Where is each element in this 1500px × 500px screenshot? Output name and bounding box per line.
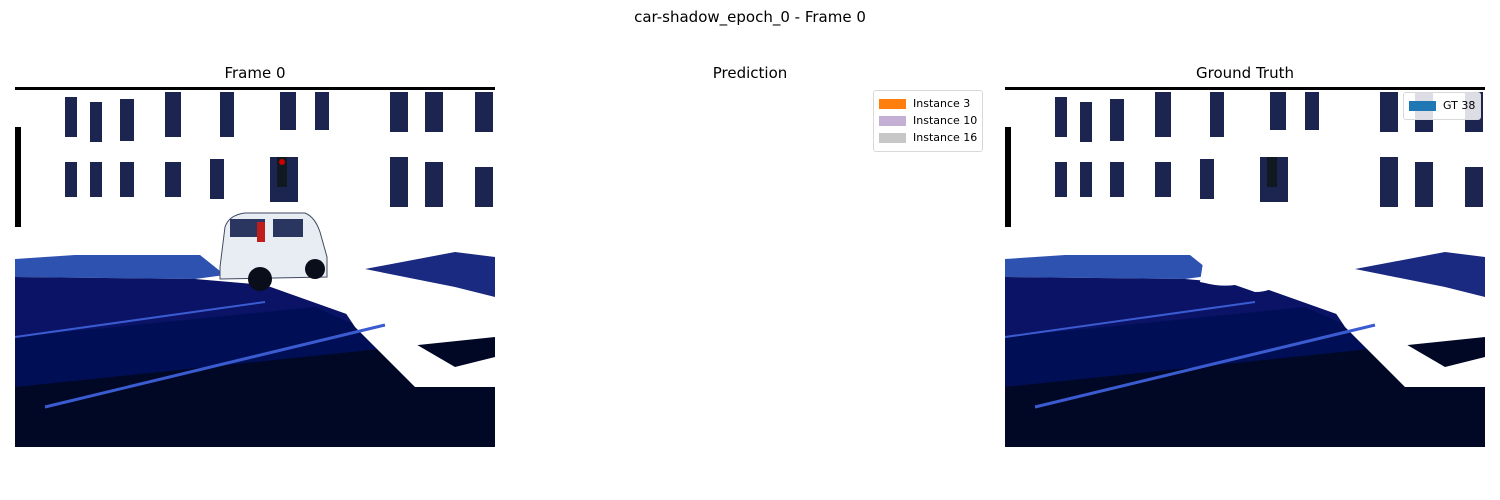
frame-panel-title: Frame 0 [224, 64, 286, 82]
ground-truth-panel-title: Ground Truth [1196, 64, 1294, 82]
legend-swatch [879, 99, 906, 109]
legend-swatch [1409, 101, 1436, 111]
ground-truth-legend: GT 38 [1403, 92, 1482, 120]
legend-entry: Instance 16 [879, 131, 977, 145]
frame-image [15, 87, 495, 447]
street-scene [15, 87, 495, 447]
legend-swatch [879, 116, 906, 126]
legend-entry: GT 38 [1409, 99, 1475, 113]
legend-label: Instance 3 [913, 97, 971, 110]
legend-label: GT 38 [1443, 99, 1476, 112]
legend-swatch [879, 133, 906, 143]
legend-label: Instance 10 [913, 114, 978, 127]
ground-truth-image [1005, 87, 1485, 447]
prediction-panel-title: Prediction [712, 64, 788, 82]
street-scene-gt [1005, 87, 1485, 447]
legend-entry: Instance 3 [879, 97, 977, 111]
figure-title: car-shadow_epoch_0 - Frame 0 [634, 8, 866, 26]
legend-label: Instance 16 [913, 131, 978, 144]
legend-entry: Instance 10 [879, 114, 977, 128]
prediction-legend: Instance 3 Instance 10 Instance 16 [873, 90, 984, 152]
